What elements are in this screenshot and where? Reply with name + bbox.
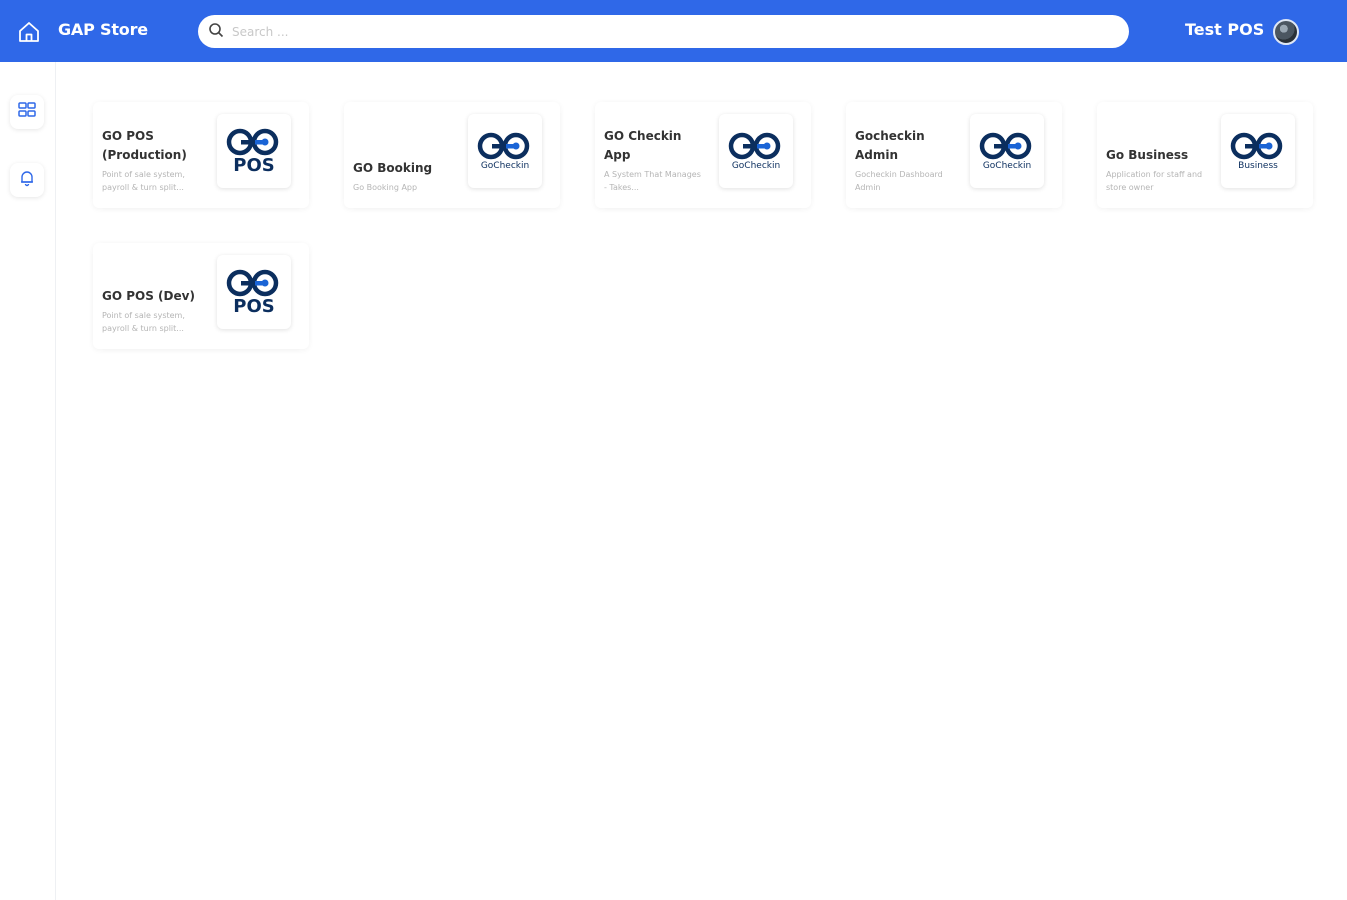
app-description: Application for staff and store owner <box>1106 170 1203 192</box>
app-card-go-pos-dev[interactable]: GO POS (Dev) Point of sale system, payro… <box>93 243 309 349</box>
app-logo: GoCheckin <box>719 114 793 188</box>
app-description: Gocheckin Dashboard Admin <box>855 170 943 192</box>
top-bar: GAP Store Test POS <box>0 0 1347 62</box>
search-bar[interactable] <box>198 15 1129 48</box>
app-description: Go Booking App <box>353 183 418 192</box>
app-card-gocheckin-admin[interactable]: Gocheckin Admin Gocheckin Dashboard Admi… <box>846 102 1062 208</box>
app-title: GO POS (Dev) <box>102 289 195 303</box>
app-title: Gocheckin Admin <box>855 129 925 162</box>
app-logo: POS <box>217 255 291 329</box>
app-title: GO POS (Production) <box>102 129 187 162</box>
app-card-go-business[interactable]: Go Business Application for staff and st… <box>1097 102 1313 208</box>
app-title: GO Checkin App <box>604 129 682 162</box>
apps-grid-icon <box>17 100 37 124</box>
logo-label: Business <box>1238 161 1278 171</box>
sidebar-item-apps[interactable] <box>10 95 44 129</box>
user-name[interactable]: Test POS <box>1185 20 1264 39</box>
search-input[interactable] <box>232 24 1092 39</box>
sidebar-item-notifications[interactable] <box>10 163 44 197</box>
logo-label: GoCheckin <box>731 161 781 171</box>
logo-label: POS <box>233 296 275 317</box>
brand-title[interactable]: GAP Store <box>58 20 148 39</box>
go-logo-icon <box>979 132 1032 160</box>
app-title: Go Business <box>1106 148 1189 162</box>
app-title: GO Booking <box>353 161 433 175</box>
avatar[interactable] <box>1273 19 1299 45</box>
logo-label: POS <box>233 155 275 176</box>
app-card-go-booking[interactable]: GO Booking Go Booking App GoCheckin <box>344 102 560 208</box>
app-logo: GoCheckin <box>970 114 1044 188</box>
go-logo-icon <box>226 128 279 156</box>
app-description: Point of sale system, payroll & turn spl… <box>102 311 185 333</box>
app-card-go-pos-production[interactable]: GO POS (Production) Point of sale system… <box>93 102 309 208</box>
app-card-go-checkin-app[interactable]: GO Checkin App A System That Manages - T… <box>595 102 811 208</box>
logo-label: GoCheckin <box>982 161 1032 171</box>
app-description: A System That Manages - Takes... <box>604 170 701 192</box>
bell-icon <box>18 169 36 191</box>
go-logo-icon <box>728 132 781 160</box>
logo-label: GoCheckin <box>480 161 530 171</box>
go-logo-icon <box>477 132 530 160</box>
search-icon <box>208 22 224 42</box>
home-icon[interactable] <box>14 17 44 47</box>
go-logo-icon <box>226 269 279 297</box>
app-description: Point of sale system, payroll & turn spl… <box>102 170 185 192</box>
app-grid: GO POS (Production) Point of sale system… <box>57 62 1347 900</box>
app-logo: Business <box>1221 114 1295 188</box>
go-logo-icon <box>1230 132 1283 160</box>
sidebar <box>0 62 56 900</box>
app-logo: POS <box>217 114 291 188</box>
app-logo: GoCheckin <box>468 114 542 188</box>
